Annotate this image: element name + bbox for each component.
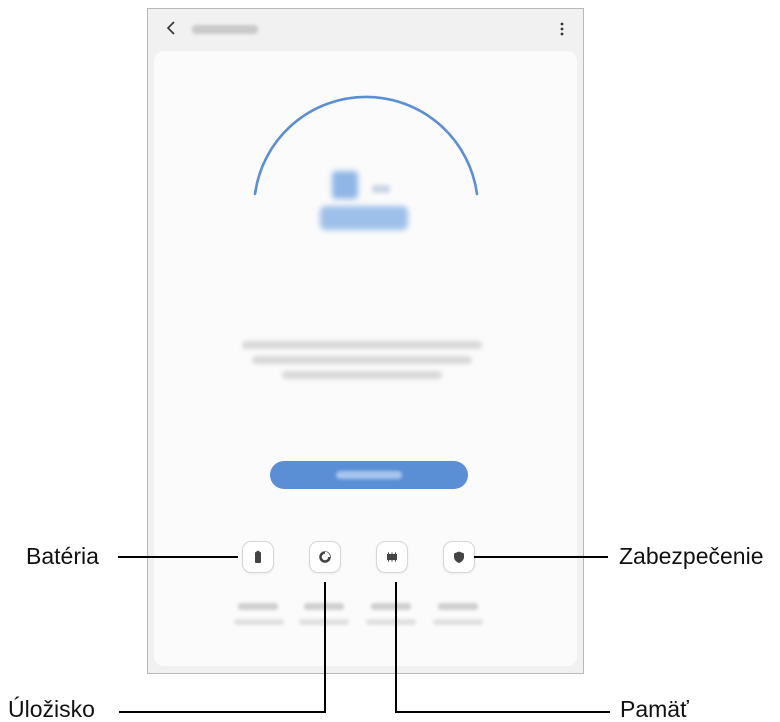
memory-leader-horizontal [395,711,610,713]
memory-leader-vertical [395,582,397,712]
score-status [320,206,408,230]
storage-tile[interactable] [309,541,341,573]
storage-pie-icon [319,551,331,563]
memory-chip-icon [387,552,397,562]
storage-leader-vertical [324,582,326,712]
optimize-now-label [336,471,402,479]
battery-tile[interactable] [242,541,274,573]
battery-icon [255,550,261,563]
storage-callout: Úložisko [8,696,95,722]
shield-icon [454,551,464,563]
battery-tile-label [238,603,278,610]
description-line-3 [282,371,442,379]
security-tile[interactable] [443,541,475,573]
device-screen [147,8,584,674]
optimize-now-button[interactable] [270,461,468,489]
battery-callout: Batéria [26,543,99,569]
app-bar [148,9,583,49]
description-line-1 [242,341,482,349]
score-value [332,171,358,199]
device-care-card [154,51,577,666]
security-tile-status [433,619,483,625]
battery-leader [118,556,238,558]
security-callout: Zabezpečenie [619,543,764,569]
description-line-2 [252,356,472,364]
memory-callout: Pamäť [620,696,689,722]
more-options-icon[interactable] [559,21,565,37]
memory-tile[interactable] [376,541,408,573]
memory-tile-label [371,603,411,610]
score-unit [372,185,390,193]
page-title [192,25,258,34]
storage-leader-horizontal [119,711,326,713]
score-arc [253,95,479,196]
back-arrow-icon[interactable] [164,19,178,37]
memory-tile-status [366,619,416,625]
security-leader [474,556,608,558]
security-tile-label [438,603,478,610]
battery-tile-status [234,619,284,625]
